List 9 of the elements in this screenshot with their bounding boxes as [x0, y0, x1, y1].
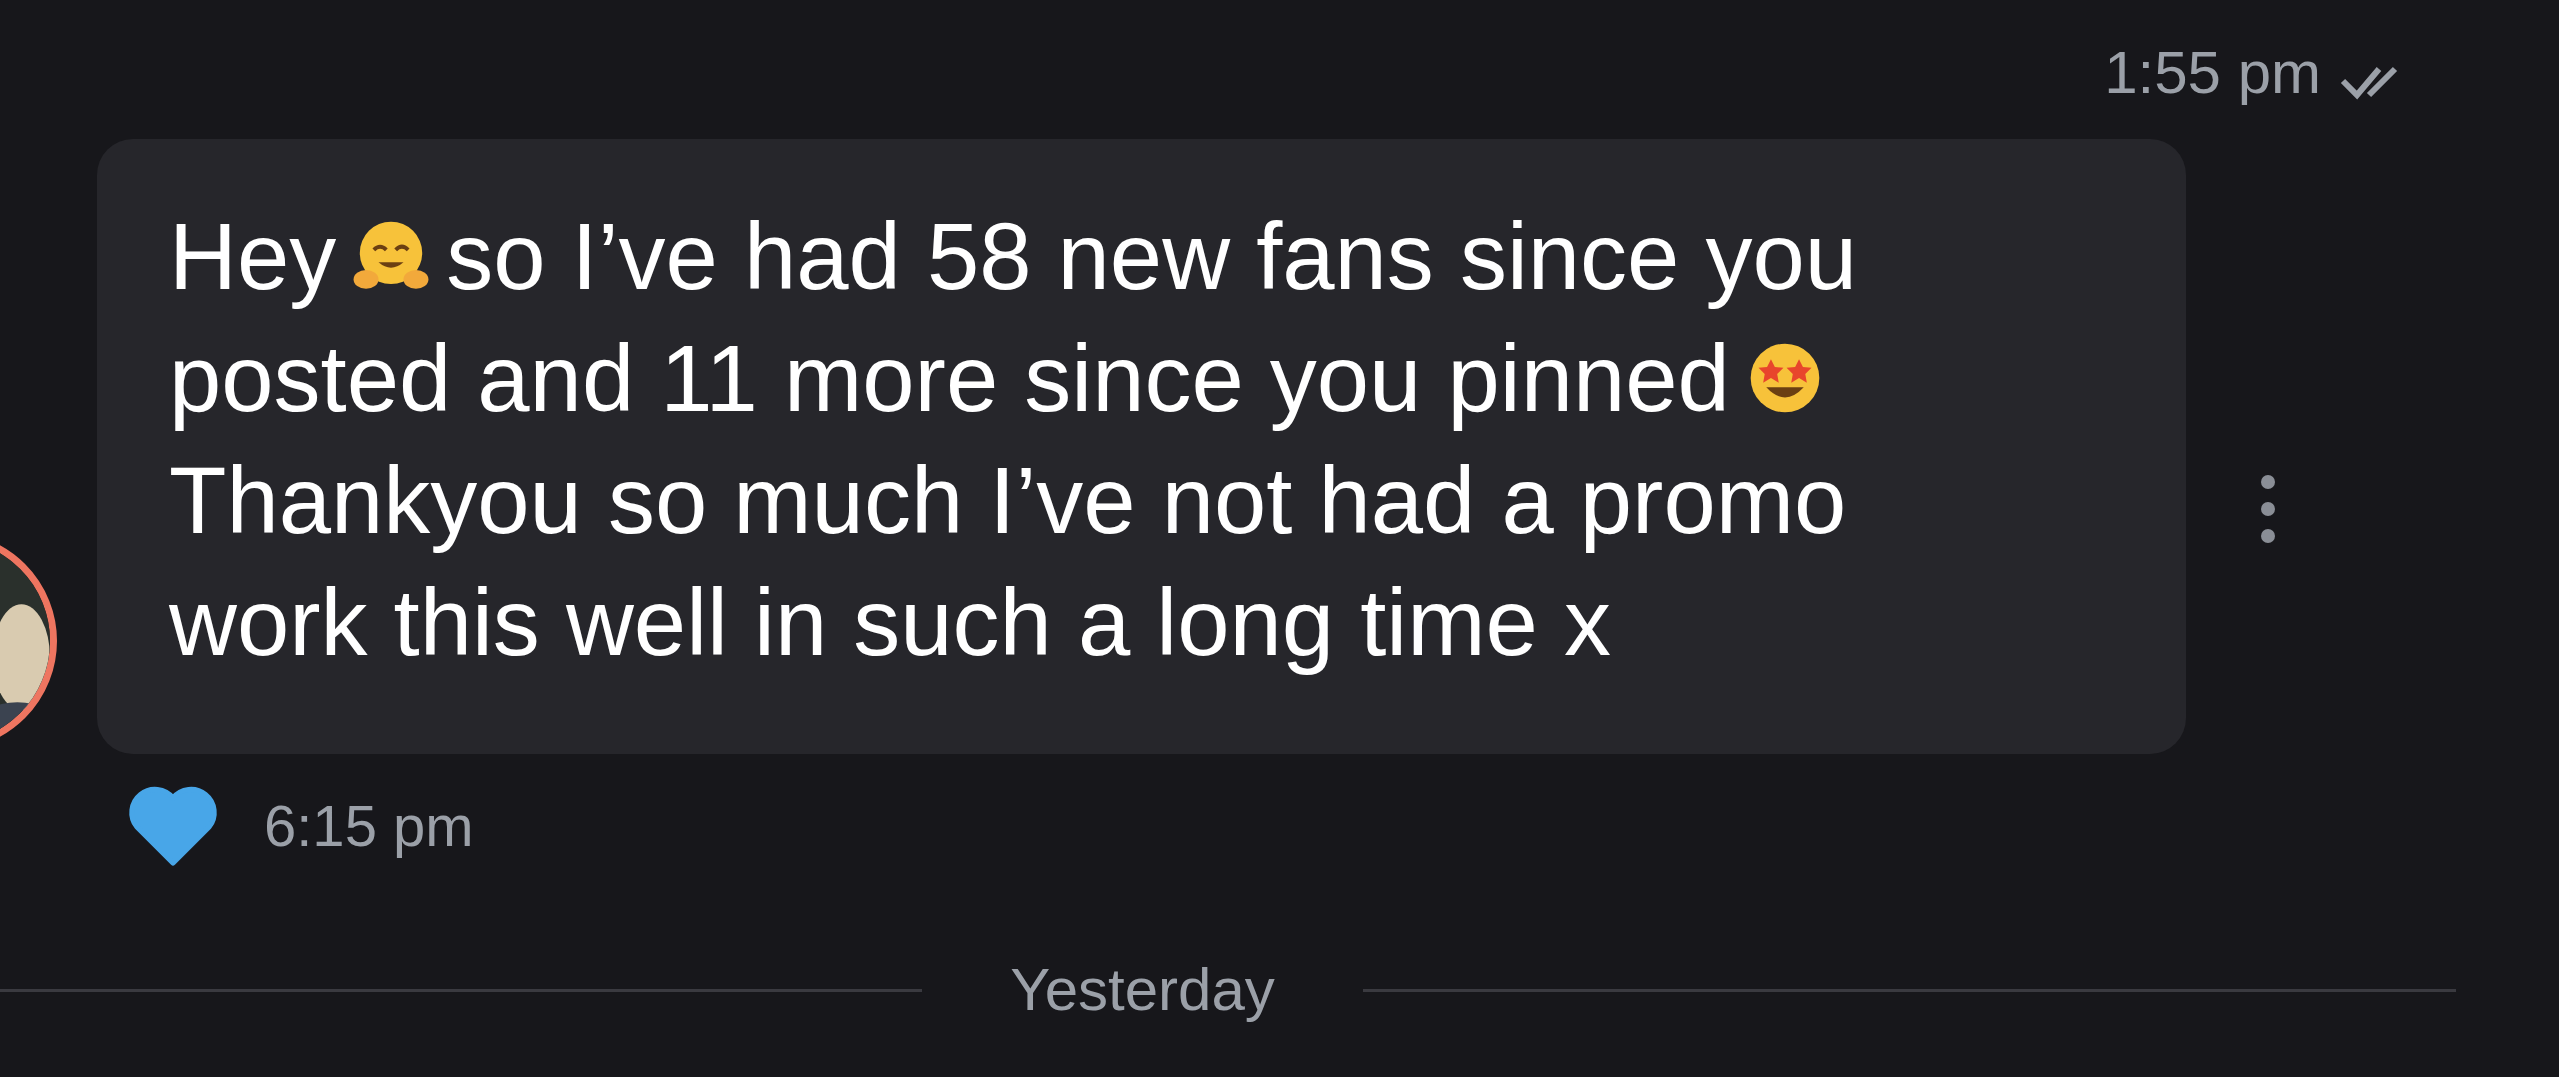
message-text: so I’ve had 58 new fans since you: [446, 202, 1858, 311]
message-text: posted and 11 more since you pinned: [169, 324, 1730, 433]
message-text: Thankyou so much I’ve not had a promo: [169, 446, 1847, 555]
message-text: work this well in such a long time x: [169, 568, 1611, 677]
heart-icon[interactable]: [128, 785, 218, 867]
message-text: Hey: [169, 202, 337, 311]
more-options-icon[interactable]: [2258, 474, 2278, 544]
date-divider-label: Yesterday: [1009, 960, 1276, 1020]
message-time: 1:55 pm: [2104, 43, 2321, 103]
